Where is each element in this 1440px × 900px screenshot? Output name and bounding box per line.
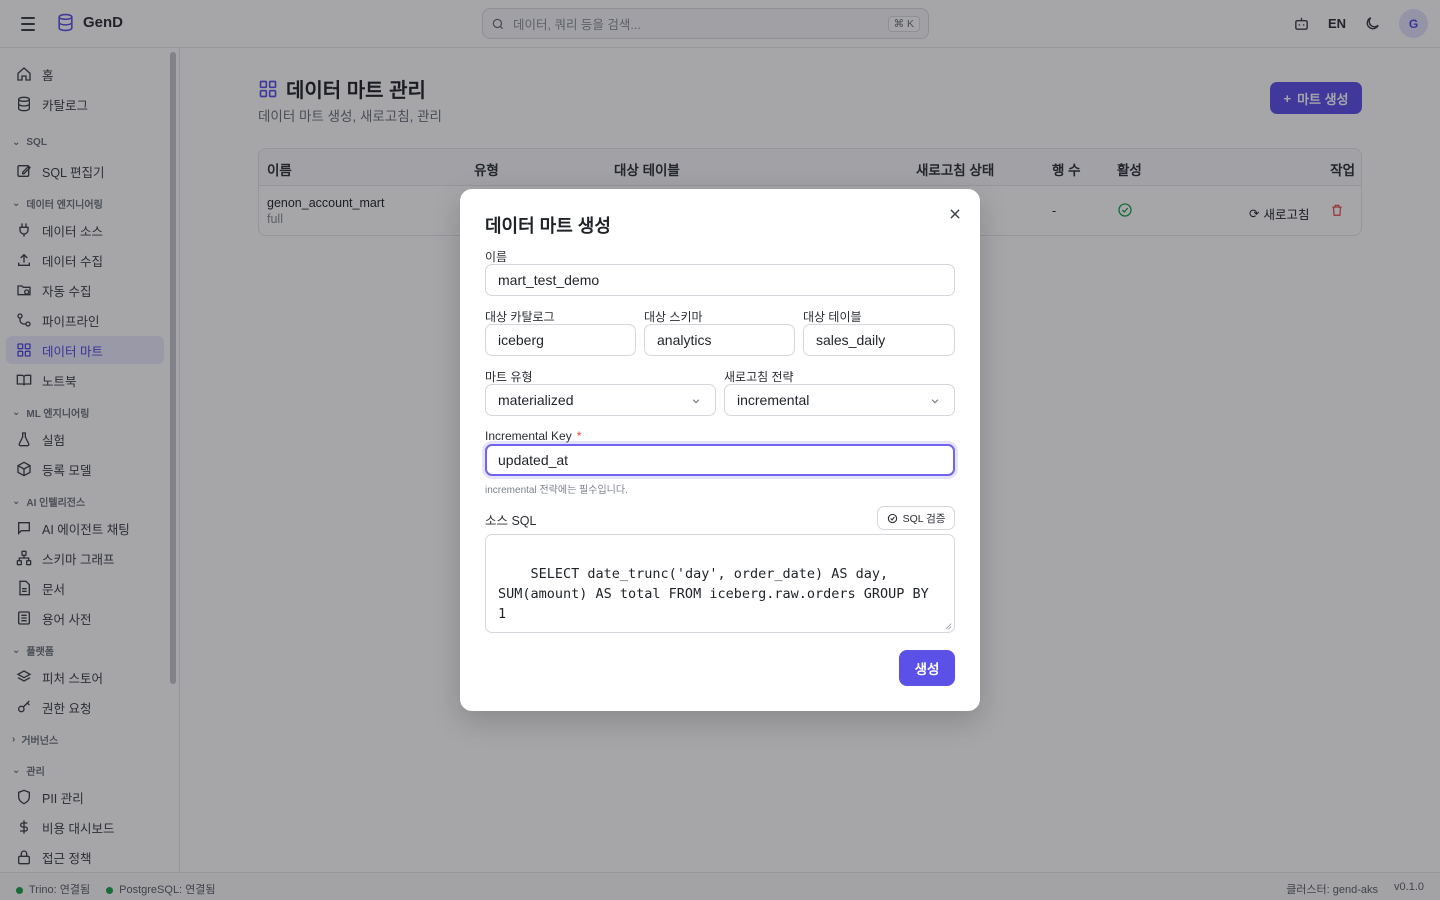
check-circle-icon xyxy=(887,513,897,523)
schema-label: 대상 스키마 xyxy=(644,310,703,324)
create-mart-dialog: 데이터 마트 생성 이름 mart_test_demo 대상 카탈로그 iceb… xyxy=(460,189,980,711)
name-label: 이름 xyxy=(485,250,508,264)
incremental-key-input[interactable]: updated_at xyxy=(485,444,955,476)
refresh-strategy-label: 새로고침 전략 xyxy=(724,370,794,384)
chevron-down-icon xyxy=(931,399,939,404)
source-sql-label: 소스 SQL xyxy=(485,514,537,528)
submit-create-button[interactable]: 생성 xyxy=(899,650,955,686)
mart-type-select[interactable]: materialized xyxy=(485,384,716,416)
catalog-label: 대상 카탈로그 xyxy=(485,310,555,324)
close-icon[interactable] xyxy=(948,207,962,221)
chevron-down-icon xyxy=(692,399,700,404)
catalog-input[interactable]: iceberg xyxy=(485,324,636,356)
source-sql-textarea[interactable]: SELECT date_trunc('day', order_date) AS … xyxy=(485,534,955,633)
table-input[interactable]: sales_daily xyxy=(803,324,955,356)
name-input[interactable]: mart_test_demo xyxy=(485,264,955,296)
refresh-strategy-select[interactable]: incremental xyxy=(724,384,955,416)
mart-type-label: 마트 유형 xyxy=(485,370,533,384)
required-mark: * xyxy=(576,429,582,443)
table-label: 대상 테이블 xyxy=(803,310,862,324)
incremental-key-hint: incremental 전략에는 필수입니다. xyxy=(485,485,628,496)
resize-handle-icon[interactable] xyxy=(943,621,952,630)
dialog-title: 데이터 마트 생성 xyxy=(485,216,611,236)
validate-sql-button[interactable]: SQL 검증 xyxy=(877,506,955,530)
incremental-key-label: Incremental Key * xyxy=(485,429,582,443)
schema-input[interactable]: analytics xyxy=(644,324,795,356)
